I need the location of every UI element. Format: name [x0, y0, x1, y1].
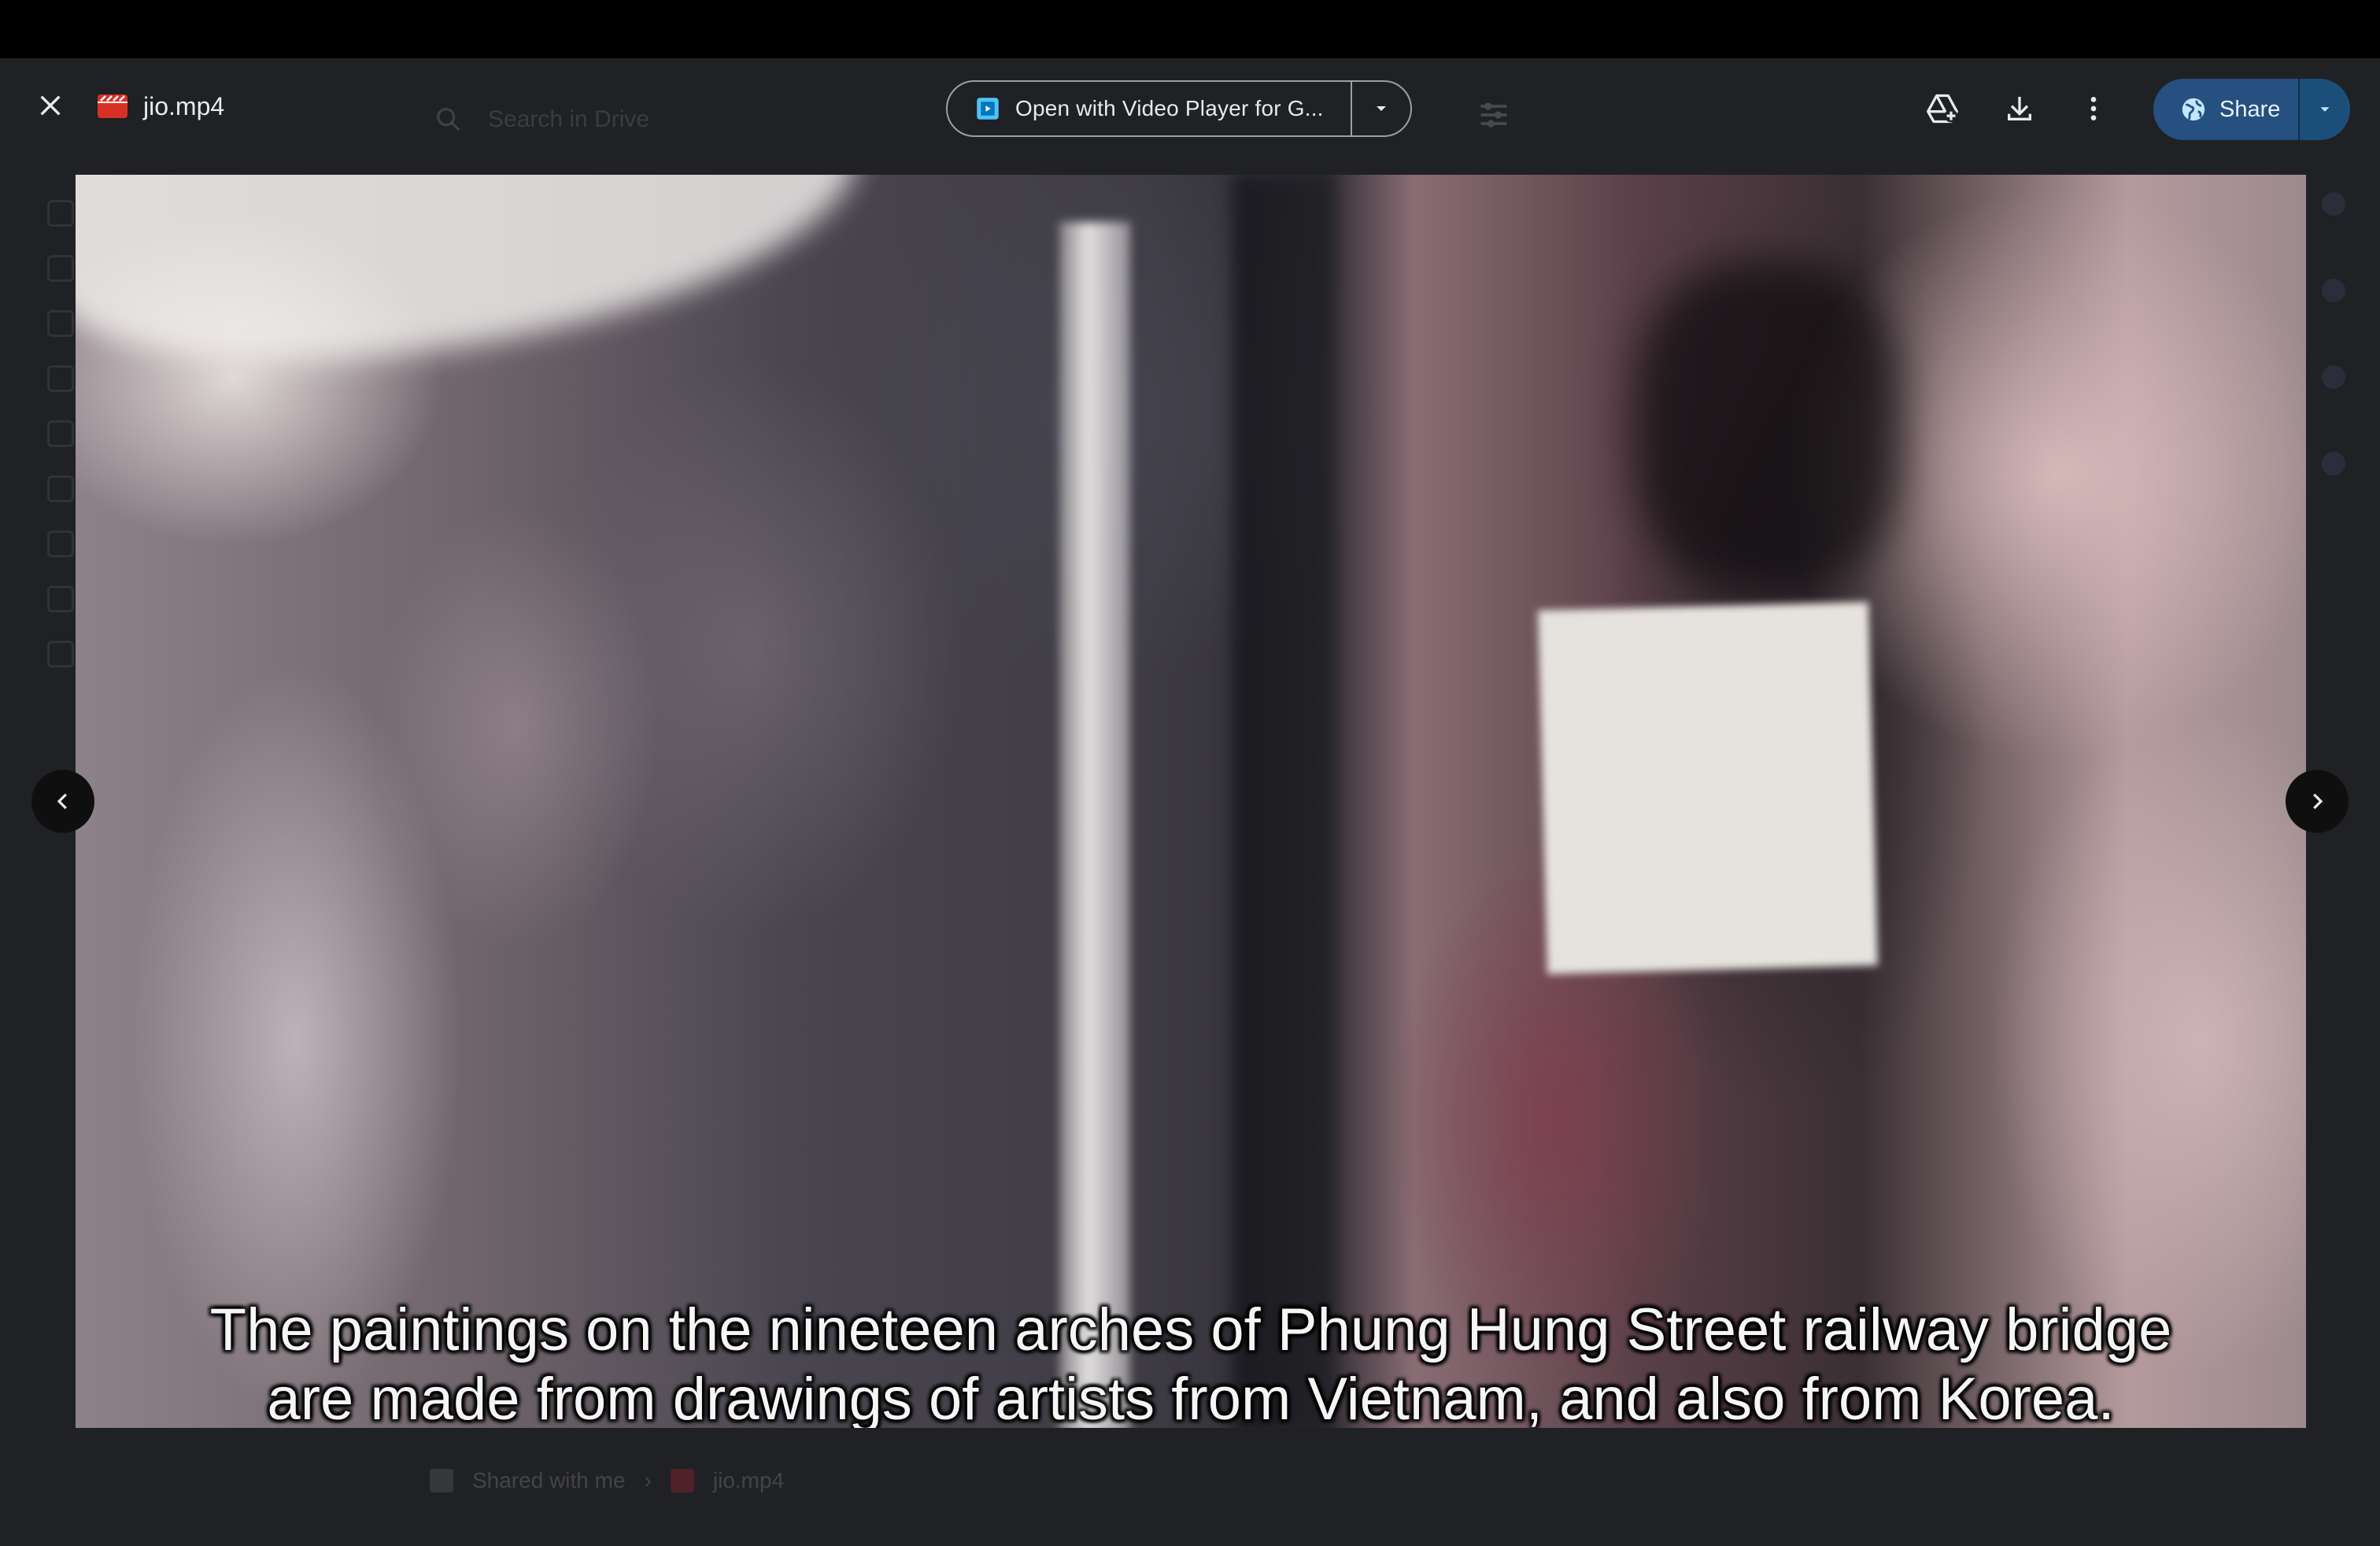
subtitle-line-2: are made from drawings of artists from V…: [267, 1366, 2115, 1428]
video-player[interactable]: The paintings on the nineteen arches of …: [76, 175, 2306, 1428]
video-frame-detail: [1634, 261, 1901, 592]
chevron-down-icon: [1377, 106, 1386, 111]
close-button[interactable]: [28, 83, 72, 128]
video-file-icon: [670, 1469, 694, 1492]
video-frame-detail: [1232, 175, 1335, 1428]
top-black-bar: [0, 0, 2380, 58]
download-button[interactable]: [1998, 87, 2042, 131]
video-frame-detail: [1059, 222, 1130, 1428]
chevron-right-icon: ›: [644, 1468, 652, 1492]
share-label: Share: [2219, 96, 2281, 122]
share-button[interactable]: Share: [2153, 79, 2300, 140]
video-subtitle: The paintings on the nineteen arches of …: [76, 1296, 2306, 1428]
video-frame-detail: [76, 175, 874, 390]
preview-header: jio.mp4 Open with Video Player for G...: [0, 58, 2380, 168]
background-sidebar: [47, 200, 79, 696]
globe-icon: [2182, 98, 2205, 121]
file-name: jio.mp4: [143, 92, 225, 120]
breadcrumb-shared: Shared with me: [472, 1468, 626, 1492]
more-vert-icon: [2090, 97, 2097, 120]
add-to-drive-button[interactable]: [1920, 87, 1964, 131]
open-with-dropdown-button[interactable]: [1352, 82, 1410, 135]
chevron-down-icon: [2320, 107, 2330, 112]
next-file-button[interactable]: [2286, 770, 2349, 833]
breadcrumb-file: jio.mp4: [712, 1468, 785, 1492]
chevron-right-icon: [2313, 793, 2323, 809]
background-side-panel: [2322, 192, 2353, 538]
previous-file-button[interactable]: [31, 770, 94, 833]
drive-preview-overlay: Search in Drive Shared with me › jio.mp4…: [0, 58, 2380, 1546]
more-actions-button[interactable]: [2071, 87, 2116, 131]
close-icon: [40, 95, 61, 116]
open-with-button-group: Open with Video Player for G...: [946, 80, 1412, 137]
subtitle-line-1: The paintings on the nineteen arches of …: [209, 1296, 2172, 1363]
shared-icon: [430, 1469, 453, 1492]
add-to-drive-icon: [1927, 94, 1958, 124]
video-frame-detail: [1538, 601, 1878, 975]
open-with-button[interactable]: Open with Video Player for G...: [948, 82, 1352, 135]
share-dropdown-button[interactable]: [2300, 79, 2350, 140]
breadcrumb: Shared with me › jio.mp4: [430, 1461, 784, 1500]
download-icon: [2008, 97, 2031, 120]
video-player-app-icon: [977, 98, 999, 120]
video-file-icon: [98, 94, 128, 118]
share-button-group: Share: [2153, 79, 2350, 140]
open-with-label: Open with Video Player for G...: [1015, 96, 1324, 120]
chevron-left-icon: [57, 793, 67, 809]
